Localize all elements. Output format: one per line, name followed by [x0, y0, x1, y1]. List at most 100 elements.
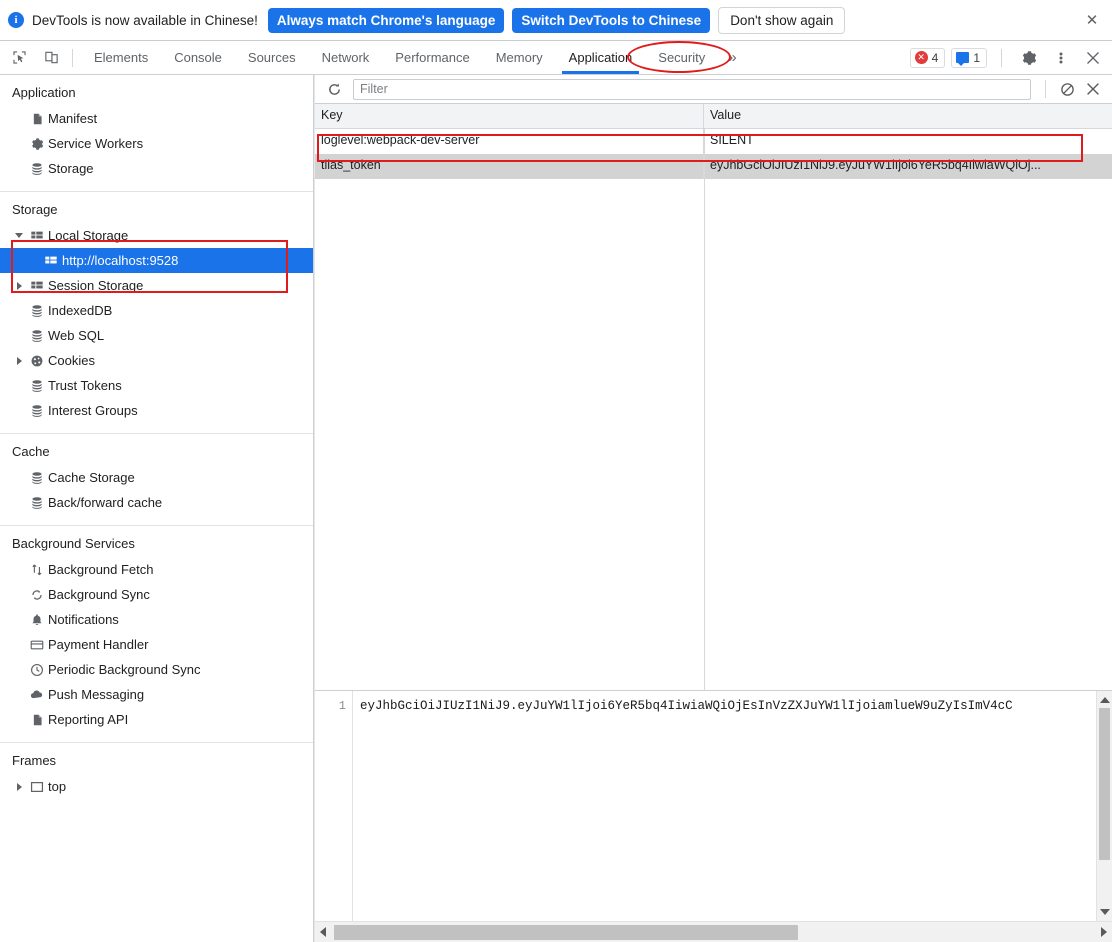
switch-devtools-language-button[interactable]: Switch DevTools to Chinese — [512, 7, 711, 33]
sidebar-item-interest-groups[interactable]: Interest Groups — [0, 398, 313, 423]
database-icon — [26, 379, 48, 393]
tab-memory[interactable]: Memory — [483, 41, 556, 74]
sidebar-item-label: Cache Storage — [48, 470, 135, 485]
table-cell-key[interactable]: loglevel:webpack-dev-server — [315, 129, 704, 154]
table-cell-key[interactable]: tlias_token — [315, 154, 704, 179]
tab-label: Network — [321, 50, 370, 65]
sidebar-item-background-sync[interactable]: Background Sync — [0, 582, 313, 607]
sidebar-item-periodic-background-sync[interactable]: Periodic Background Sync — [0, 657, 313, 682]
tab-network[interactable]: Network — [309, 41, 383, 74]
delete-x-icon[interactable] — [1080, 77, 1106, 101]
chevron-right-icon[interactable] — [12, 281, 26, 290]
sidebar-item-label: Reporting API — [48, 712, 129, 727]
dont-show-again-button[interactable]: Don't show again — [718, 6, 846, 34]
table-row[interactable]: loglevel:webpack-dev-server SILENT — [315, 129, 1112, 154]
sidebar-item-notifications[interactable]: Notifications — [0, 607, 313, 632]
sidebar-item-cookies[interactable]: Cookies — [0, 348, 313, 373]
table-grid-icon — [40, 254, 62, 268]
bell-icon — [26, 613, 48, 627]
storage-table-header: Key Value — [315, 104, 1112, 129]
tab-label: Application — [568, 50, 633, 65]
filterbar-divider — [1045, 80, 1046, 98]
sidebar-item-payment-handler[interactable]: Payment Handler — [0, 632, 313, 657]
preview-vertical-scrollbar[interactable] — [1096, 691, 1112, 921]
tab-application[interactable]: Application — [556, 41, 646, 74]
sidebar-item-background-fetch[interactable]: Background Fetch — [0, 557, 313, 582]
database-icon — [26, 162, 48, 176]
application-sidebar[interactable]: Application Manifest Service Workers Storag… — [0, 75, 314, 942]
sidebar-item-local-storage[interactable]: Local Storage — [0, 223, 313, 248]
database-icon — [26, 496, 48, 510]
sidebar-item-indexeddb[interactable]: IndexedDB — [0, 298, 313, 323]
sidebar-item-top[interactable]: top — [0, 774, 313, 799]
sidebar-item-reporting-api[interactable]: Reporting API — [0, 707, 313, 732]
gear-icon[interactable] — [1016, 45, 1042, 71]
sidebar-item-http-localhost-9528[interactable]: http://localhost:9528 — [0, 248, 313, 273]
sidebar-item-label: Notifications — [48, 612, 119, 627]
no-entry-clear-icon[interactable] — [1054, 77, 1080, 101]
preview-body: 1 eyJhbGciOiJIUzI1NiJ9.eyJuYW1lIjoi6YeR5… — [315, 691, 1112, 921]
sidebar-item-label: Payment Handler — [48, 637, 149, 652]
manifest-file-icon — [26, 112, 48, 126]
storage-table-body[interactable]: loglevel:webpack-dev-server SILENT tlias_t… — [315, 129, 1112, 691]
message-bubble-icon — [956, 52, 970, 66]
sidebar-item-manifest[interactable]: Manifest — [0, 106, 313, 131]
sidebar-item-service-workers[interactable]: Service Workers — [0, 131, 313, 156]
inspect-element-icon[interactable] — [6, 45, 32, 71]
sidebar-item-storage[interactable]: Storage — [0, 156, 313, 181]
refresh-icon[interactable] — [321, 77, 347, 101]
sidebar-item-trust-tokens[interactable]: Trust Tokens — [0, 373, 313, 398]
sidebar-item-push-messaging[interactable]: Push Messaging — [0, 682, 313, 707]
line-number-gutter: 1 — [315, 691, 353, 921]
sidebar-item-back-forward-cache[interactable]: Back/forward cache — [0, 490, 313, 515]
tab-console[interactable]: Console — [161, 41, 235, 74]
chevron-right-icon[interactable] — [12, 356, 26, 365]
chevron-right-icon[interactable] — [12, 782, 26, 791]
sidebar-item-session-storage[interactable]: Session Storage — [0, 273, 313, 298]
scroll-down-icon[interactable] — [1099, 909, 1110, 915]
devtools-window: i DevTools is now available in Chinese! … — [0, 0, 1112, 942]
tab-sources[interactable]: Sources — [235, 41, 309, 74]
preview-content[interactable]: eyJhbGciOiJIUzI1NiJ9.eyJuYW1lIjoi6YeR5bq… — [353, 691, 1096, 921]
sidebar-section-frames: Frames top — [0, 743, 313, 809]
sidebar-section-background-services: Background Services Background Fetch Backg… — [0, 526, 313, 743]
error-count-badge[interactable]: ✕ 4 — [909, 47, 946, 68]
sidebar-section-title: Background Services — [12, 536, 135, 551]
filter-input[interactable] — [353, 78, 1031, 100]
column-header-key[interactable]: Key — [315, 104, 704, 128]
device-toolbar-icon[interactable] — [38, 45, 64, 71]
sidebar-item-label: http://localhost:9528 — [62, 253, 179, 268]
close-devtools-icon[interactable] — [1080, 45, 1106, 71]
column-header-value[interactable]: Value — [704, 104, 1112, 128]
close-icon[interactable]: ✕ — [1082, 10, 1102, 30]
error-count-label: 4 — [931, 50, 939, 65]
devtools-tabbar: Elements Console Sources Network Perform… — [0, 41, 1112, 75]
tab-performance[interactable]: Performance — [382, 41, 482, 74]
horizontal-scroll-thumb[interactable] — [334, 925, 798, 940]
more-tabs-icon[interactable]: » — [718, 49, 746, 66]
sidebar-item-label: Storage — [48, 161, 94, 176]
sidebar-item-label: Trust Tokens — [48, 378, 122, 393]
table-cell-value[interactable]: eyJhbGciOiJIUzI1NiJ9.eyJuYW1lIjoi6YeR5bq… — [704, 154, 1112, 179]
tab-elements[interactable]: Elements — [81, 41, 161, 74]
table-row[interactable]: tlias_token eyJhbGciOiJIUzI1NiJ9.eyJuYW1l… — [315, 154, 1112, 179]
sidebar-item-label: Session Storage — [48, 278, 144, 293]
sidebar-item-web-sql[interactable]: Web SQL — [0, 323, 313, 348]
toolbar-divider-right — [1001, 48, 1002, 67]
table-cell-value[interactable]: SILENT — [704, 129, 1112, 154]
tab-security[interactable]: Security — [645, 41, 718, 74]
preview-horizontal-scrollbar[interactable] — [315, 921, 1112, 942]
gear-icon — [26, 137, 48, 151]
always-match-language-button[interactable]: Always match Chrome's language — [267, 7, 505, 33]
scroll-left-icon[interactable] — [320, 927, 326, 937]
sidebar-item-label: top — [48, 779, 67, 794]
sidebar-item-cache-storage[interactable]: Cache Storage — [0, 465, 313, 490]
scroll-right-icon[interactable] — [1101, 927, 1107, 937]
vertical-scroll-thumb[interactable] — [1099, 708, 1110, 860]
message-count-badge[interactable]: 1 — [951, 47, 987, 68]
chevron-down-icon[interactable] — [12, 233, 26, 238]
more-options-icon[interactable] — [1048, 45, 1074, 71]
frame-icon — [26, 780, 48, 794]
scroll-up-icon[interactable] — [1099, 697, 1110, 703]
sidebar-section-title: Application — [12, 85, 76, 100]
